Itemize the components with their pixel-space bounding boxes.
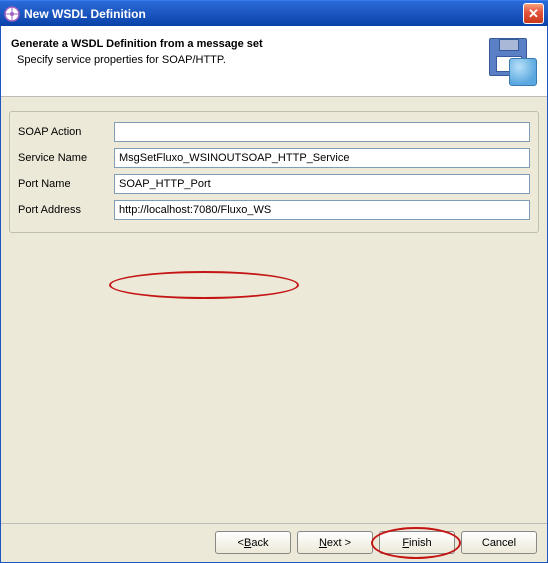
service-name-label: Service Name — [18, 152, 114, 164]
page-title: Generate a WSDL Definition from a messag… — [11, 38, 489, 50]
form-group: SOAP Action Service Name Port Name Port … — [9, 111, 539, 233]
page-subtitle: Specify service properties for SOAP/HTTP… — [17, 54, 489, 66]
header-panel: Generate a WSDL Definition from a messag… — [1, 26, 547, 97]
service-name-input[interactable] — [114, 148, 530, 168]
app-icon — [4, 6, 20, 22]
titlebar: New WSDL Definition ✕ — [0, 0, 548, 26]
port-name-label: Port Name — [18, 178, 114, 190]
annotation-circle-port-address — [109, 271, 299, 299]
close-icon: ✕ — [528, 6, 539, 22]
window-title: New WSDL Definition — [24, 7, 523, 21]
separator — [1, 523, 547, 524]
button-bar: < Back Next > Finish Cancel — [215, 531, 537, 554]
cancel-button[interactable]: Cancel — [461, 531, 537, 554]
port-address-input[interactable] — [114, 200, 530, 220]
soap-action-label: SOAP Action — [18, 126, 114, 138]
next-button[interactable]: Next > — [297, 531, 373, 554]
soap-action-input[interactable] — [114, 122, 530, 142]
finish-button[interactable]: Finish — [379, 531, 455, 554]
wizard-icon — [489, 38, 537, 86]
globe-icon — [509, 58, 537, 86]
port-address-label: Port Address — [18, 204, 114, 216]
back-button[interactable]: < Back — [215, 531, 291, 554]
port-name-input[interactable] — [114, 174, 530, 194]
close-button[interactable]: ✕ — [523, 3, 544, 24]
